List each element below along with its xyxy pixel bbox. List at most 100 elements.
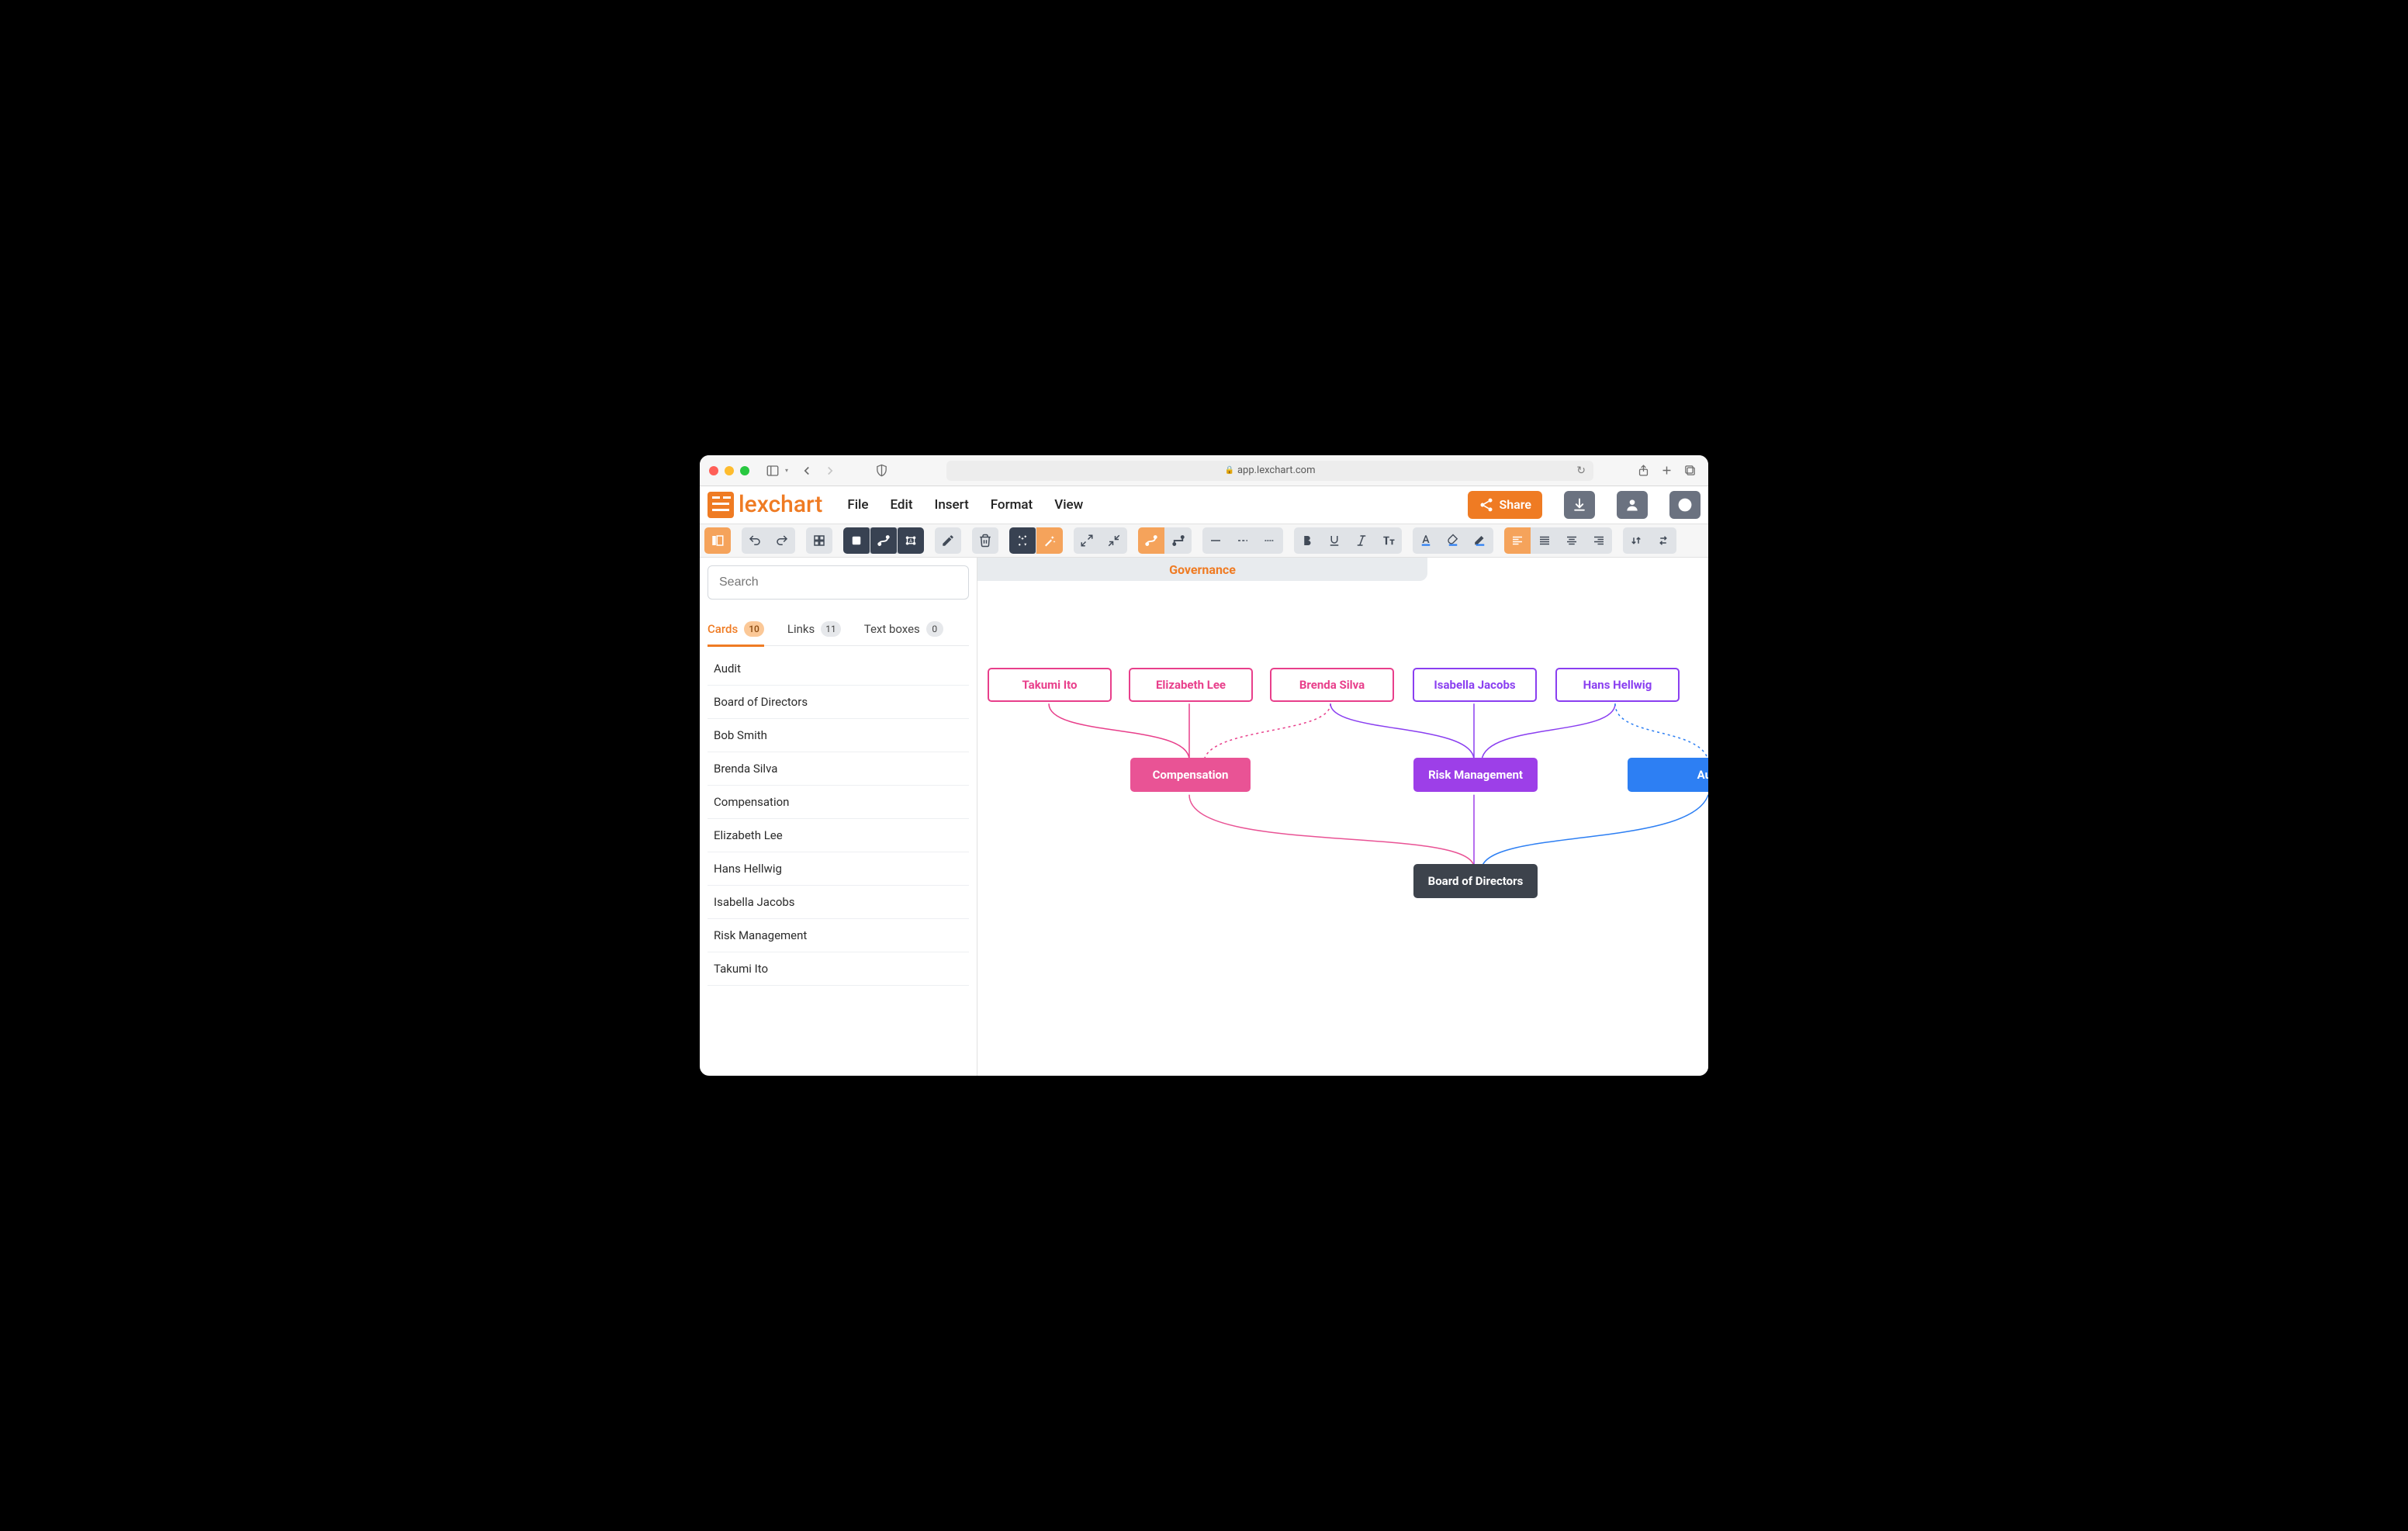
menu-insert[interactable]: Insert [935, 497, 969, 513]
chevron-down-icon[interactable]: ▾ [785, 467, 788, 474]
node-board[interactable]: Board of Directors [1413, 864, 1538, 898]
download-button[interactable] [1564, 491, 1595, 519]
account-button[interactable] [1617, 491, 1648, 519]
list-item[interactable]: Audit [708, 652, 969, 686]
app-menubar: lexchart File Edit Insert Format View Sh… [700, 486, 1708, 524]
list-item[interactable]: Isabella Jacobs [708, 886, 969, 919]
direction-horizontal-button[interactable] [1650, 527, 1676, 554]
lock-icon: 🔒 [1225, 466, 1234, 475]
italic-button[interactable] [1348, 527, 1375, 554]
grid-button[interactable] [806, 527, 832, 554]
elbow-connector-button[interactable] [1165, 527, 1192, 554]
node-brenda[interactable]: Brenda Silva [1270, 668, 1394, 702]
add-card-button[interactable] [843, 527, 870, 554]
window-zoom-button[interactable] [740, 466, 749, 475]
forward-button[interactable] [821, 461, 839, 480]
window-close-button[interactable] [709, 466, 718, 475]
browser-chrome: ▾ 🔒 app.lexchart.com ↻ [700, 455, 1708, 486]
menu-view[interactable]: View [1054, 497, 1083, 513]
browser-window: ▾ 🔒 app.lexchart.com ↻ [700, 455, 1708, 1076]
new-tab-icon[interactable] [1657, 461, 1676, 480]
auto-layout-button[interactable] [1009, 527, 1036, 554]
tab-cards-count: 10 [744, 621, 764, 637]
dotted-line-button[interactable] [1257, 527, 1283, 554]
tab-cards[interactable]: Cards 10 [708, 617, 764, 647]
add-link-button[interactable] [870, 527, 897, 554]
tab-textboxes[interactable]: Text boxes 0 [864, 617, 943, 647]
sidebar-panel-toggle[interactable] [704, 527, 731, 554]
svg-text:A: A [909, 538, 912, 544]
tab-links[interactable]: Links 11 [787, 617, 841, 647]
search-input[interactable] [708, 565, 969, 600]
add-textbox-button[interactable]: A [898, 527, 924, 554]
list-item[interactable]: Bob Smith [708, 719, 969, 752]
menu-file[interactable]: File [847, 497, 868, 513]
magic-wand-button[interactable] [1036, 527, 1063, 554]
help-button[interactable] [1669, 491, 1700, 519]
list-item[interactable]: Compensation [708, 786, 969, 819]
toolbar: A [700, 524, 1708, 558]
direction-vertical-button[interactable] [1623, 527, 1649, 554]
edit-button[interactable] [935, 527, 961, 554]
dashed-line-button[interactable] [1230, 527, 1256, 554]
menu-edit[interactable]: Edit [890, 497, 912, 513]
download-icon [1572, 497, 1587, 513]
text-color-button[interactable] [1413, 527, 1439, 554]
tab-textboxes-label: Text boxes [864, 622, 920, 636]
align-right-button[interactable] [1586, 527, 1612, 554]
list-item[interactable]: Elizabeth Lee [708, 819, 969, 852]
collapse-button[interactable] [1101, 527, 1127, 554]
delete-button[interactable] [972, 527, 998, 554]
node-risk[interactable]: Risk Management [1413, 758, 1538, 792]
align-left-button[interactable] [1504, 527, 1531, 554]
app-logo[interactable]: lexchart [708, 491, 822, 518]
tab-links-count: 11 [821, 621, 841, 637]
align-justify-button[interactable] [1531, 527, 1558, 554]
canvas[interactable]: Governance Takumi Ito E [977, 558, 1708, 1076]
back-button[interactable] [797, 461, 816, 480]
share-sheet-icon[interactable] [1634, 461, 1652, 480]
sidebar-toggle-icon[interactable] [763, 461, 782, 480]
traffic-lights [709, 466, 749, 475]
help-icon [1677, 497, 1693, 513]
reload-icon[interactable]: ↻ [1576, 465, 1586, 477]
solid-line-button[interactable] [1202, 527, 1229, 554]
redo-button[interactable] [769, 527, 795, 554]
list-item[interactable]: Board of Directors [708, 686, 969, 719]
tab-textboxes-count: 0 [926, 621, 943, 637]
tab-cards-label: Cards [708, 622, 738, 636]
window-minimize-button[interactable] [725, 466, 734, 475]
node-compensation[interactable]: Compensation [1130, 758, 1251, 792]
node-elizabeth[interactable]: Elizabeth Lee [1129, 668, 1253, 702]
expand-button[interactable] [1074, 527, 1100, 554]
list-item[interactable]: Brenda Silva [708, 752, 969, 786]
address-bar[interactable]: 🔒 app.lexchart.com ↻ [946, 461, 1593, 481]
node-audit[interactable]: Au [1628, 758, 1708, 792]
list-item[interactable]: Takumi Ito [708, 952, 969, 986]
tabs-overview-icon[interactable] [1680, 461, 1699, 480]
sidebar-tabs: Cards 10 Links 11 Text boxes 0 [708, 617, 969, 646]
url-text: app.lexchart.com [1237, 465, 1316, 476]
logo-text: lexchart [739, 491, 822, 518]
undo-button[interactable] [742, 527, 768, 554]
underline-button[interactable] [1321, 527, 1348, 554]
text-size-button[interactable] [1375, 527, 1402, 554]
fill-color-button[interactable] [1440, 527, 1466, 554]
privacy-shield-icon[interactable] [872, 461, 891, 480]
share-icon [1479, 497, 1494, 513]
share-label: Share [1499, 497, 1531, 512]
border-color-button[interactable] [1467, 527, 1493, 554]
align-center-button[interactable] [1559, 527, 1585, 554]
user-icon [1624, 497, 1640, 513]
node-hans[interactable]: Hans Hellwig [1555, 668, 1680, 702]
list-item[interactable]: Risk Management [708, 919, 969, 952]
node-takumi[interactable]: Takumi Ito [988, 668, 1112, 702]
share-button[interactable]: Share [1468, 491, 1542, 519]
logo-mark-icon [708, 492, 734, 518]
list-item[interactable]: Hans Hellwig [708, 852, 969, 886]
curve-connector-button[interactable] [1138, 527, 1164, 554]
bold-button[interactable] [1294, 527, 1320, 554]
tab-links-label: Links [787, 622, 815, 636]
menu-format[interactable]: Format [991, 497, 1033, 513]
node-isabella[interactable]: Isabella Jacobs [1413, 668, 1537, 702]
